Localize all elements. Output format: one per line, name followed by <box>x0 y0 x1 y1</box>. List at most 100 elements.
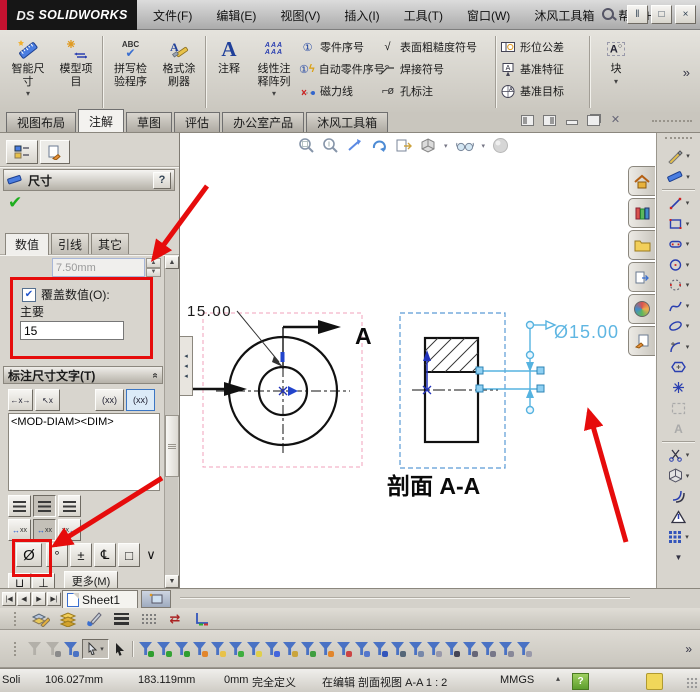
file-explorer-tab[interactable] <box>628 230 655 260</box>
filter-datums-icon[interactable] <box>445 642 458 655</box>
magnetic-line-button[interactable]: 磁力线 <box>299 82 379 100</box>
filter-solid-bodies-icon[interactable] <box>211 642 224 655</box>
tab-value[interactable]: 数值 <box>5 233 49 255</box>
offset-entities-button[interactable] <box>657 486 700 507</box>
filter-planes-icon[interactable] <box>247 642 260 655</box>
datum-axes-icon[interactable] <box>192 610 212 628</box>
filter-sketch-segments-icon[interactable] <box>301 642 314 655</box>
appearances-tab[interactable] <box>628 294 655 324</box>
scroll-down-button[interactable]: ▼ <box>165 575 179 588</box>
menu-window[interactable]: 窗口(W) <box>464 5 513 26</box>
align-left-button[interactable] <box>8 495 31 517</box>
chevron-down-icon[interactable]: ▾ <box>686 240 690 248</box>
section-view-label[interactable]: 剖面 A-A <box>387 473 480 499</box>
smart-dimension-button[interactable]: 智能尺寸 ▾ <box>4 32 52 112</box>
menu-file[interactable]: 文件(F) <box>150 5 195 26</box>
add-sheet-tab[interactable] <box>141 590 171 608</box>
line-tool-button[interactable]: ▾ <box>657 193 700 214</box>
parentheses-selected-button[interactable]: (xx) <box>126 389 155 411</box>
value-spinner[interactable]: ▲▼ <box>146 258 161 277</box>
layer-properties-icon[interactable] <box>30 610 50 628</box>
view-settings-icon[interactable] <box>395 137 413 154</box>
chevron-down-icon[interactable]: ▾ <box>686 152 690 160</box>
smart-dimension-sketch-button[interactable]: ▾ <box>657 167 700 188</box>
filter-weld-symbols-icon[interactable] <box>463 642 476 655</box>
align-center-button[interactable] <box>33 495 56 517</box>
tab-evaluate[interactable]: 评估 <box>174 112 220 132</box>
view-palette-tab[interactable] <box>628 262 655 292</box>
last-sheet-button[interactable]: ▶| <box>47 592 61 606</box>
filter-center-marks-icon[interactable] <box>337 642 350 655</box>
filter-centerlines-icon[interactable] <box>355 642 368 655</box>
filter-datum-targets-icon[interactable] <box>499 642 512 655</box>
diameter-dimension-label[interactable]: 15.00 <box>187 303 232 320</box>
spline-tool-button[interactable]: ▾ <box>657 296 700 317</box>
toolbar-more-button[interactable]: ▼ <box>657 548 700 569</box>
hole-callout-button[interactable]: ⌐ø 孔标注 <box>379 82 493 100</box>
panel-scrollbar[interactable]: ▲ ▼ <box>164 256 178 588</box>
chevron-down-icon[interactable]: ▾ <box>686 261 690 269</box>
cup-symbol-button[interactable]: ⊔ <box>8 573 31 588</box>
dimension-text-area[interactable]: <MOD-DIAM><DIM> <box>8 413 160 491</box>
restore-document-button[interactable] <box>587 115 600 126</box>
filter-vertices-icon[interactable] <box>139 642 152 655</box>
filter-geometric-tolerances-icon[interactable] <box>409 642 422 655</box>
select-plus-cursor-icon[interactable] <box>114 642 127 656</box>
chevron-down-icon[interactable]: ▾ <box>444 142 448 150</box>
custom-properties-tab[interactable] <box>628 326 655 356</box>
datum-target-button[interactable]: A 基准目标 <box>499 82 587 100</box>
tab-leaders[interactable]: 引线 <box>51 233 89 254</box>
ok-check-button[interactable]: ✔ <box>8 193 22 213</box>
next-sheet-button[interactable]: ▶ <box>32 592 46 606</box>
toolbar-overflow-button[interactable]: » <box>685 642 692 656</box>
filter-blocks-icon[interactable] <box>517 642 530 655</box>
toolbar-grip[interactable] <box>14 612 19 626</box>
model-items-button[interactable]: 模型项目 <box>52 32 100 112</box>
linear-note-pattern-button[interactable]: AAAAAA 线性注释阵列 ▾ <box>249 32 299 112</box>
chevron-down-icon[interactable]: ▾ <box>686 302 690 310</box>
collapse-icon[interactable]: » <box>150 372 161 378</box>
drawing-sheet[interactable]: A 15.00 <box>180 133 656 588</box>
close-button[interactable]: × <box>675 5 696 24</box>
linear-pattern-button[interactable]: ▾ <box>657 527 700 548</box>
tolerance-value-field[interactable] <box>52 258 145 277</box>
slot-tool-button[interactable]: ▾ <box>657 234 700 255</box>
chevron-down-icon[interactable]: ▾ <box>686 220 690 228</box>
pane-left-icon[interactable] <box>521 115 534 126</box>
justify-middle-button[interactable]: ↔xx <box>33 519 56 541</box>
zoom-area-icon[interactable] <box>322 137 339 154</box>
filter-sketches-icon[interactable] <box>283 642 296 655</box>
minimize-document-button[interactable] <box>565 115 578 126</box>
filter-surface-finish-icon[interactable] <box>391 642 404 655</box>
menu-tools[interactable]: 工具(T) <box>401 5 446 26</box>
appearance-icon[interactable] <box>492 137 509 154</box>
chevron-down-icon[interactable]: ▾ <box>272 89 276 98</box>
override-checkbox[interactable]: ✔ <box>22 288 36 302</box>
filter-sketch-points-icon[interactable] <box>265 642 278 655</box>
first-sheet-button[interactable]: |◀ <box>2 592 16 606</box>
chevron-down-icon[interactable]: ▾ <box>26 89 30 98</box>
status-units[interactable]: MMGS <box>500 674 534 686</box>
resources-home-tab[interactable] <box>628 166 655 196</box>
chevron-down-icon[interactable]: ▾ <box>686 173 690 181</box>
chevron-down-icon[interactable]: ▾ <box>686 451 690 459</box>
rotate-view-icon[interactable] <box>370 137 388 154</box>
chevron-down-icon[interactable]: ▾ <box>686 322 690 330</box>
hide-show-items-icon[interactable] <box>455 139 475 153</box>
selected-dimension-label[interactable]: Ø15.00 <box>554 322 619 342</box>
filter-faces-icon[interactable] <box>175 642 188 655</box>
toolbar-grip[interactable] <box>14 642 19 656</box>
tab-mufeng-toolbox[interactable]: 沐风工具箱 <box>306 112 388 132</box>
sketch-button[interactable]: ▾ <box>657 146 700 167</box>
menu-edit[interactable]: 编辑(E) <box>213 5 259 26</box>
filter-hatch-icon[interactable] <box>481 642 494 655</box>
sheet-tab[interactable]: Sheet1 <box>62 590 138 608</box>
chevron-down-icon[interactable]: ▾ <box>686 343 690 351</box>
dim-text-leader-button[interactable]: ↖x <box>35 389 60 411</box>
filter-midpoints-icon[interactable] <box>319 642 332 655</box>
filter-dimensions-icon[interactable] <box>373 642 386 655</box>
balloon-button[interactable]: ① 零件序号 <box>299 38 379 56</box>
datum-feature-button[interactable]: A 基准特征 <box>499 60 587 78</box>
more-symbols-button[interactable]: 更多(M) <box>64 571 118 588</box>
ribbon-overflow-button[interactable]: » <box>675 65 698 80</box>
